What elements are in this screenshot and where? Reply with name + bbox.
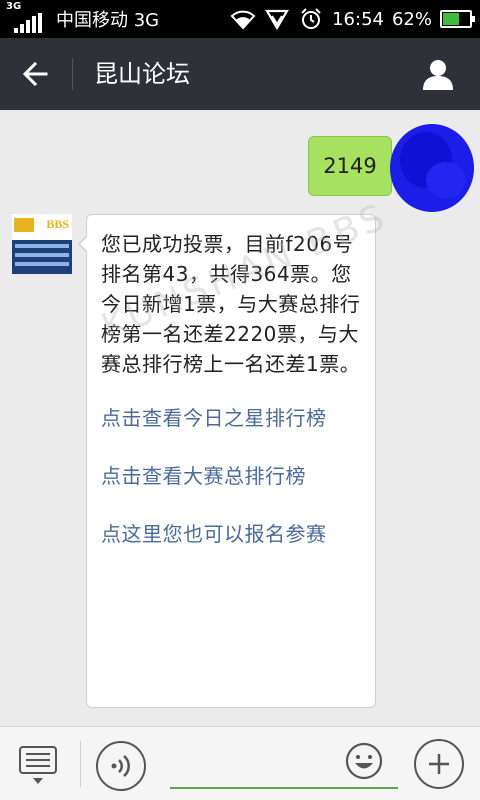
status-left: 3G 中国移动 3G: [6, 0, 159, 38]
input-bar-divider: [80, 741, 81, 787]
incoming-message-bubble[interactable]: 您已成功投票，目前f206号排名第43，共得364票。您今日新增1票，与大赛总排…: [78, 214, 376, 708]
profile-button[interactable]: [416, 52, 460, 96]
user-avatar[interactable]: [388, 120, 476, 216]
plus-icon: [429, 754, 449, 774]
clock-label: 16:54: [332, 8, 384, 30]
chat-area[interactable]: 2149 BBS 您已成功投票，目前f206号排名第43，共得364票。您今日新…: [0, 110, 480, 726]
status-bar: 3G 中国移动 3G 16:54 62%: [0, 0, 480, 38]
menu-toggle-button[interactable]: [12, 741, 64, 789]
voice-button[interactable]: [96, 741, 146, 791]
official-account-avatar[interactable]: BBS: [12, 214, 72, 274]
carrier-label: 中国移动 3G: [56, 10, 160, 31]
outgoing-message-bubble[interactable]: 2149: [308, 136, 399, 196]
vpn-icon: [264, 7, 290, 31]
avatar-bbs-label: BBS: [46, 217, 69, 231]
status-right: 16:54 62%: [230, 0, 475, 38]
menu-list-icon: [19, 746, 57, 784]
battery-percent-label: 62%: [391, 8, 432, 30]
back-arrow-icon: [22, 61, 48, 87]
alarm-icon: [298, 7, 324, 31]
incoming-message-text: 您已成功投票，目前f206号排名第43，共得364票。您今日新增1票，与大赛总排…: [101, 232, 361, 376]
link-signup[interactable]: 点这里您也可以报名参赛: [101, 519, 361, 549]
page-title: 昆山论坛: [94, 60, 190, 88]
battery-fill: [443, 13, 460, 25]
wifi-icon: [230, 7, 256, 31]
input-bar: [0, 726, 480, 800]
title-bar: 昆山论坛: [0, 38, 480, 110]
network-badge: 3G: [6, 1, 22, 12]
emoji-icon: [345, 742, 383, 780]
voice-icon: [111, 755, 130, 777]
more-actions-button[interactable]: [414, 739, 464, 789]
battery-icon: [440, 10, 475, 28]
back-button[interactable]: [14, 52, 58, 96]
link-overall-ranking[interactable]: 点击查看大赛总排行榜: [101, 461, 361, 491]
person-icon: [423, 60, 453, 90]
outgoing-message-text: 2149: [323, 154, 377, 178]
title-divider: [72, 58, 73, 90]
link-daily-star-ranking[interactable]: 点击查看今日之星排行榜: [101, 403, 361, 433]
emoji-button[interactable]: [344, 741, 384, 781]
signal-icon: [14, 13, 42, 33]
